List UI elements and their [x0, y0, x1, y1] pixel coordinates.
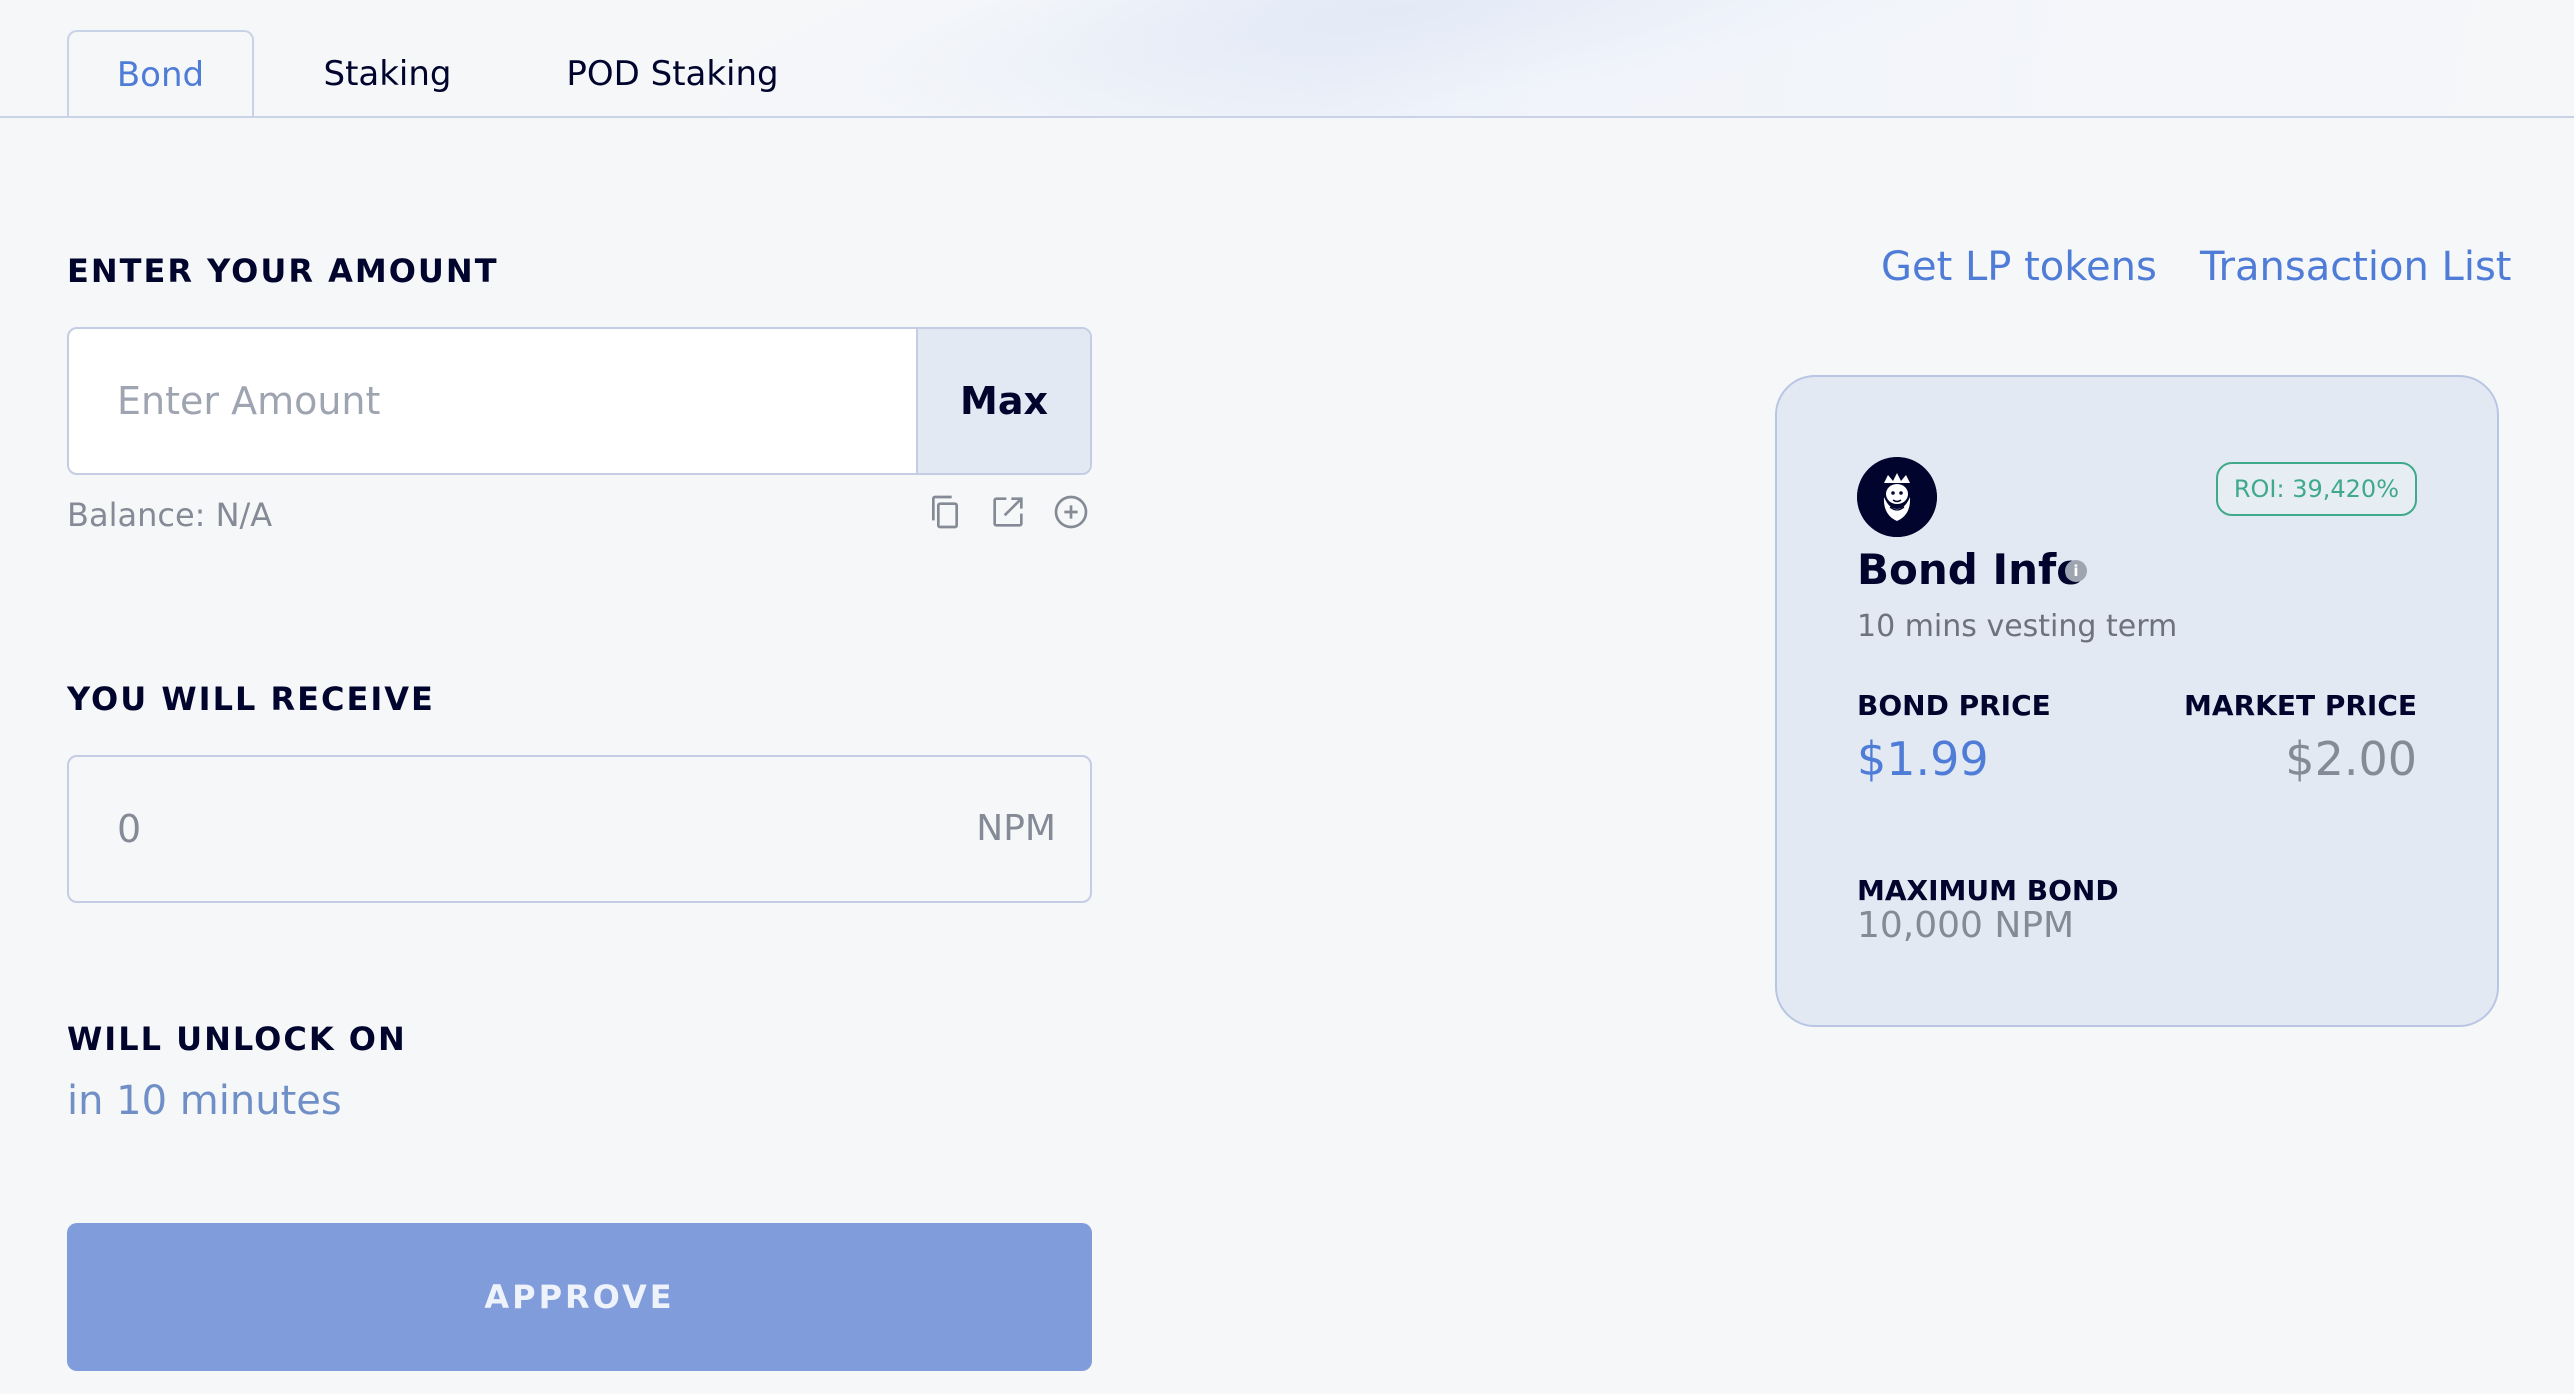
max-bond-value: 10,000 NPM	[1857, 905, 2075, 946]
vesting-term: 10 mins vesting term	[1857, 609, 2178, 644]
roi-badge: ROI: 39,420%	[2215, 462, 2417, 516]
tab-pod-staking[interactable]: POD Staking	[540, 30, 805, 116]
transaction-list-link[interactable]: Transaction List	[2200, 244, 2511, 290]
bond-price-label: BOND PRICE	[1857, 689, 2051, 722]
approve-button[interactable]: APPROVE	[67, 1223, 1092, 1371]
tab-bond[interactable]: Bond	[67, 30, 254, 116]
receive-label: YOU WILL RECEIVE	[67, 680, 435, 718]
external-link-icon[interactable]	[988, 492, 1028, 532]
max-bond-label: MAXIMUM BOND	[1857, 874, 2119, 907]
token-logo-icon	[1857, 457, 1937, 537]
market-price-label: MARKET PRICE	[2184, 689, 2417, 722]
receive-value: 0	[117, 807, 142, 851]
receive-unit: NPM	[976, 808, 1056, 849]
max-button[interactable]: Max	[916, 329, 1090, 473]
amount-field-group: Max	[67, 327, 1092, 475]
receive-field: 0 NPM	[67, 755, 1092, 903]
header-decoration	[688, 0, 2112, 116]
add-circle-icon[interactable]	[1051, 492, 1091, 532]
amount-label: ENTER YOUR AMOUNT	[67, 252, 499, 290]
tab-bar: Bond Staking POD Staking	[0, 0, 2574, 118]
info-icon[interactable]: i	[2065, 560, 2087, 582]
amount-input[interactable]	[69, 329, 916, 473]
bond-info-title: Bond Info	[1857, 545, 2086, 594]
unlock-value: in 10 minutes	[67, 1078, 342, 1124]
copy-icon[interactable]	[925, 492, 965, 532]
bond-price-value: $1.99	[1857, 732, 1989, 786]
market-price-value: $2.00	[2285, 732, 2417, 786]
bond-info-card: ROI: 39,420% Bond Info i 10 mins vesting…	[1775, 375, 2499, 1027]
unlock-label: WILL UNLOCK ON	[67, 1020, 407, 1058]
balance-text: Balance: N/A	[67, 496, 273, 534]
get-lp-tokens-link[interactable]: Get LP tokens	[1881, 244, 2157, 290]
tab-staking[interactable]: Staking	[300, 30, 475, 116]
